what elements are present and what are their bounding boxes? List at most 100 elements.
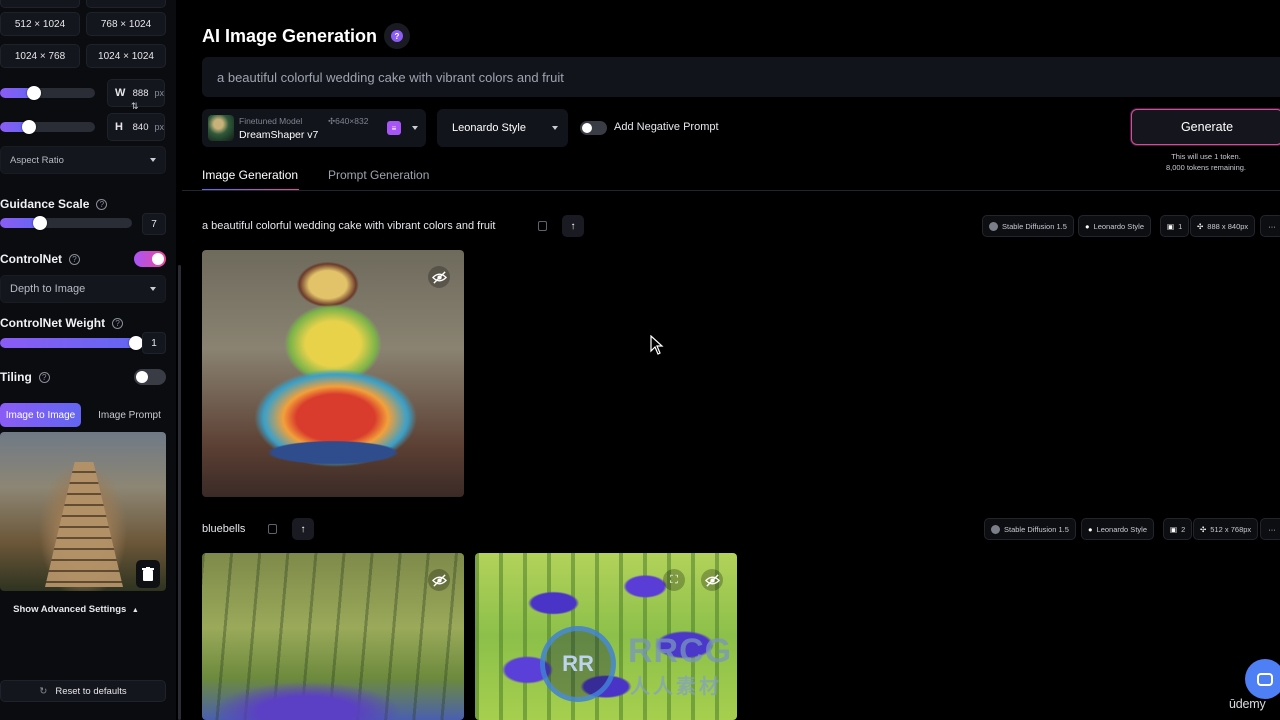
width-slider[interactable] bbox=[0, 88, 95, 98]
generate-button[interactable]: Generate bbox=[1131, 109, 1280, 145]
dimension-label: 1024 × 768 bbox=[14, 50, 66, 62]
copy-prompt-button[interactable] bbox=[531, 215, 553, 237]
controlnet-weight-knob[interactable] bbox=[129, 336, 143, 350]
trash-icon[interactable] bbox=[136, 560, 160, 588]
controlnet-weight-slider[interactable] bbox=[0, 338, 136, 348]
guidance-scale-value[interactable]: 7 bbox=[142, 213, 166, 235]
model-details-icon[interactable]: ≡ bbox=[387, 121, 401, 135]
question-icon: ? bbox=[391, 30, 403, 42]
generated-image-cake[interactable] bbox=[202, 250, 464, 497]
more-icon: ··· bbox=[1268, 524, 1276, 534]
prompt-text: a beautiful colorful wedding cake with v… bbox=[217, 69, 564, 85]
move-icon: ✣ bbox=[1200, 524, 1207, 534]
reset-icon: ↻ bbox=[39, 685, 48, 697]
size-chip: ✣ 512 x 768px bbox=[1193, 518, 1259, 540]
reset-to-defaults-button[interactable]: ↻ Reset to defaults bbox=[0, 680, 166, 702]
height-slider-knob[interactable] bbox=[22, 120, 36, 134]
controlnet-mode-select[interactable]: Depth to Image bbox=[0, 275, 166, 303]
dimension-preset-1024x1024[interactable]: 1024 × 1024 bbox=[86, 44, 166, 68]
tab-image-generation[interactable]: Image Generation bbox=[202, 168, 298, 182]
help-icon[interactable]: ? bbox=[96, 198, 108, 210]
style-select[interactable]: Leonardo Style bbox=[437, 109, 568, 147]
model-chip: Stable Diffusion 1.5 bbox=[984, 518, 1076, 540]
style-chip: ● Leonardo Style bbox=[1078, 215, 1151, 237]
more-options-button[interactable]: ··· bbox=[1260, 215, 1280, 237]
model-chip-label: Stable Diffusion 1.5 bbox=[1004, 524, 1069, 534]
generate-label: Generate bbox=[1180, 120, 1234, 134]
help-icon[interactable]: ? bbox=[69, 253, 80, 265]
help-badge[interactable]: ? bbox=[384, 23, 410, 49]
more-icon: ··· bbox=[1268, 221, 1276, 231]
eye-slash-icon[interactable] bbox=[428, 569, 450, 591]
sidebar-scrollbar[interactable] bbox=[178, 265, 181, 720]
swap-dimensions-icon[interactable]: ⇅ bbox=[131, 101, 139, 112]
copy-prompt-button[interactable] bbox=[261, 518, 283, 540]
model-chip-label: Stable Diffusion 1.5 bbox=[1002, 221, 1067, 231]
drop-icon: ● bbox=[1088, 524, 1093, 534]
dimension-preset-top-right[interactable] bbox=[86, 0, 166, 8]
model-icon bbox=[991, 524, 1000, 534]
eye-slash-icon[interactable] bbox=[428, 266, 450, 288]
height-slider[interactable] bbox=[0, 122, 95, 132]
tab-label: Image Prompt bbox=[98, 409, 161, 421]
model-resolution-value: 640×832 bbox=[335, 116, 369, 126]
width-slider-knob[interactable] bbox=[27, 86, 41, 100]
dimension-preset-1024x768[interactable]: 1024 × 768 bbox=[0, 44, 80, 68]
caret-up-icon: ▲ bbox=[131, 607, 139, 614]
chat-support-button[interactable] bbox=[1245, 659, 1280, 699]
model-select[interactable]: Finetuned Model ✣640×832 DreamShaper v7 … bbox=[202, 109, 426, 147]
dimension-preset-512x1024[interactable]: 512 × 1024 bbox=[0, 12, 80, 36]
dimension-preset-768x1024[interactable]: 768 × 1024 bbox=[86, 12, 166, 36]
width-value: 888 bbox=[132, 87, 149, 99]
prompt-input[interactable]: a beautiful colorful wedding cake with v… bbox=[202, 57, 1280, 97]
reset-label: Reset to defaults bbox=[55, 685, 127, 697]
show-advanced-settings-link[interactable]: Show Advanced Settings ▲ bbox=[0, 604, 152, 615]
dimension-preset-top-left[interactable] bbox=[0, 0, 80, 8]
arrow-up-icon: ↑ bbox=[300, 523, 306, 535]
tab-prompt-generation[interactable]: Prompt Generation bbox=[328, 168, 429, 182]
reuse-prompt-button[interactable]: ↑ bbox=[292, 518, 314, 540]
guidance-scale-knob[interactable] bbox=[33, 216, 47, 230]
toggle-knob bbox=[136, 371, 148, 383]
drop-icon: ● bbox=[1085, 221, 1090, 231]
tiling-label: Tiling bbox=[0, 370, 32, 384]
guidance-scale-slider[interactable] bbox=[0, 218, 132, 228]
style-label: Leonardo Style bbox=[452, 122, 526, 134]
caret-down-icon bbox=[552, 126, 558, 130]
controlnet-weight-value[interactable]: 1 bbox=[142, 332, 166, 354]
expand-icon[interactable]: ⛶ bbox=[663, 569, 685, 591]
chat-icon bbox=[1257, 672, 1273, 686]
guidance-scale-label: Guidance Scale bbox=[0, 197, 90, 211]
tiling-heading: Tiling ? bbox=[0, 370, 50, 384]
more-options-button[interactable]: ··· bbox=[1260, 518, 1280, 540]
tab-image-to-image[interactable]: Image to Image bbox=[0, 403, 81, 427]
watermark-subtitle: 人人素材 bbox=[630, 676, 722, 698]
page-title: AI Image Generation bbox=[202, 26, 378, 46]
tab-image-prompt[interactable]: Image Prompt bbox=[93, 403, 166, 427]
aspect-ratio-select[interactable]: Aspect Ratio bbox=[0, 146, 166, 174]
watermark-badge: RR bbox=[540, 626, 616, 702]
image-count: 1 bbox=[1178, 221, 1183, 231]
negative-prompt-toggle[interactable] bbox=[580, 121, 607, 135]
dimension-label: 768 × 1024 bbox=[100, 18, 152, 30]
negative-prompt-label[interactable]: Add Negative Prompt bbox=[614, 121, 719, 133]
settings-sidebar: 512 × 1024 768 × 1024 1024 × 768 1024 × … bbox=[0, 0, 176, 720]
controlnet-toggle[interactable] bbox=[134, 251, 166, 267]
tiling-toggle[interactable] bbox=[134, 369, 166, 385]
model-thumbnail bbox=[208, 115, 234, 141]
width-unit: px bbox=[154, 88, 164, 98]
help-icon[interactable]: ? bbox=[38, 371, 50, 383]
model-chip: Stable Diffusion 1.5 bbox=[982, 215, 1074, 237]
controlnet-mode-label: Depth to Image bbox=[10, 283, 86, 295]
tabs-divider bbox=[182, 190, 1280, 191]
generated-image-bluebells-1[interactable] bbox=[202, 553, 464, 720]
width-label: W bbox=[115, 87, 126, 99]
aspect-ratio-label: Aspect Ratio bbox=[10, 154, 64, 166]
controlnet-label: ControlNet bbox=[0, 252, 62, 266]
help-icon[interactable]: ? bbox=[112, 317, 124, 329]
eye-slash-icon[interactable] bbox=[701, 569, 723, 591]
height-field[interactable]: H 840 px bbox=[107, 113, 165, 141]
move-icon: ✣ bbox=[1197, 221, 1204, 231]
image-count: 2 bbox=[1181, 524, 1186, 534]
reuse-prompt-button[interactable]: ↑ bbox=[562, 215, 584, 237]
